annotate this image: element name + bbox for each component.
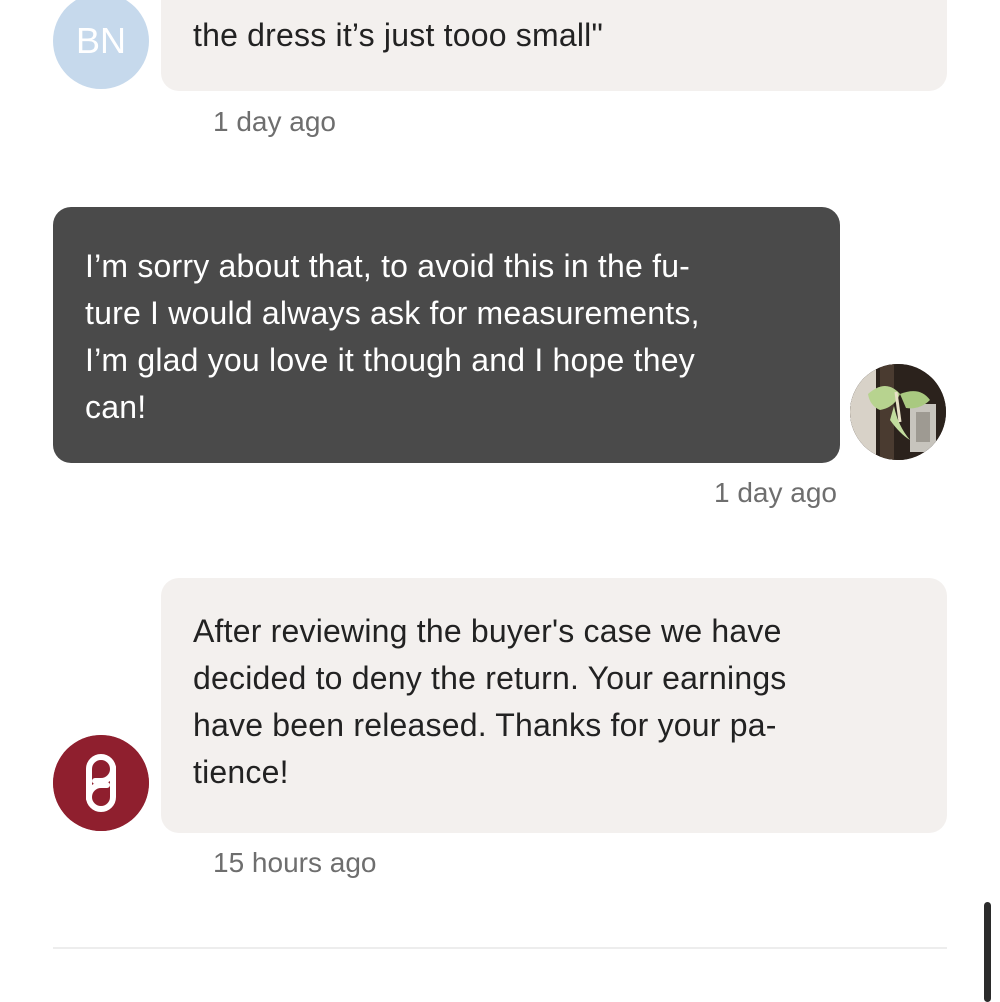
- avatar-brand[interactable]: [53, 735, 149, 831]
- avatar-bn[interactable]: BN: [53, 0, 149, 89]
- poshmark-logo-icon: [53, 735, 149, 831]
- message-text: the dress it’s just tooo small": [193, 17, 604, 53]
- scrollbar[interactable]: [984, 902, 991, 1002]
- message-thread[interactable]: BN the dress it’s just tooo small" 1 day…: [0, 0, 1000, 1002]
- message-bubble-outgoing: I’m sorry about that, to avoid this in t…: [53, 207, 840, 463]
- divider: [53, 947, 947, 949]
- message-text: After reviewing the buyer's case we have…: [193, 613, 787, 790]
- avatar-initials: BN: [75, 20, 126, 61]
- message-bubble-incoming: After reviewing the buyer's case we have…: [161, 578, 947, 833]
- message-text: I’m sorry about that, to avoid this in t…: [85, 248, 700, 425]
- luna-moth-photo-icon: [850, 364, 946, 460]
- message-timestamp: 1 day ago: [714, 477, 837, 508]
- message-timestamp: 1 day ago: [213, 106, 336, 137]
- message-timestamp: 15 hours ago: [213, 847, 377, 878]
- message-bubble-incoming: the dress it’s just tooo small": [161, 0, 947, 91]
- avatar-self[interactable]: [850, 364, 946, 460]
